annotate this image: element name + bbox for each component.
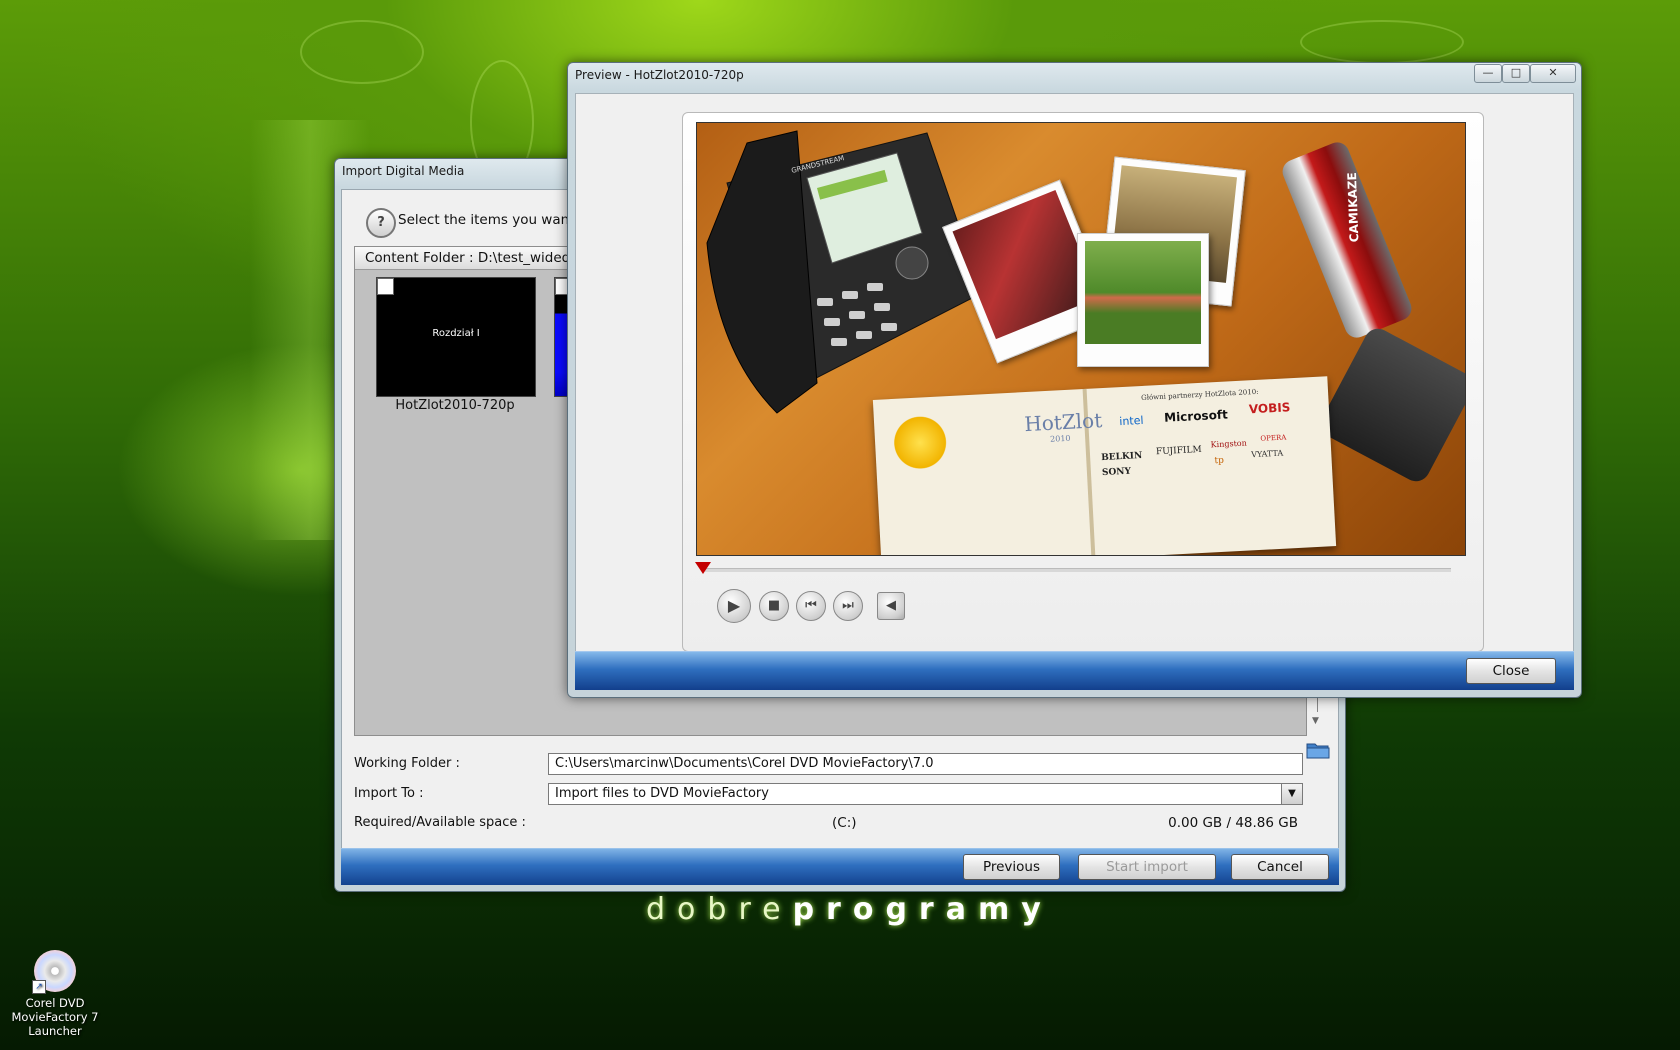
player-frame: GRANDSTREAM CAMIKAZE HotZlot 2010 Główni… xyxy=(682,112,1484,652)
background-swirl xyxy=(300,20,424,84)
close-button[interactable]: Close xyxy=(1466,658,1556,684)
import-to-select[interactable]: Import files to DVD MovieFactory ▼ xyxy=(548,783,1303,805)
sponsor-logo: VYATTA xyxy=(1251,448,1284,460)
notebook-year: 2010 xyxy=(1049,433,1071,444)
preview-body: GRANDSTREAM CAMIKAZE HotZlot 2010 Główni… xyxy=(575,93,1574,655)
drive-letter: (C:) xyxy=(832,815,857,831)
play-icon[interactable]: ▶ xyxy=(717,589,751,623)
energy-drink-can: CAMIKAZE xyxy=(1278,138,1416,342)
sponsor-logo: OPERA xyxy=(1260,433,1287,443)
photo-castle xyxy=(1077,233,1209,367)
brand-logo: dobreprogramy xyxy=(646,892,1053,927)
voice-recorder-image xyxy=(1315,323,1465,487)
sponsors-heading: Główni partnerzy HotZlota 2010: xyxy=(1140,387,1259,402)
brand-light-text: dobre xyxy=(646,892,793,927)
background-swirl xyxy=(1300,20,1464,64)
shortcut-arrow-icon: ↗ xyxy=(32,980,46,994)
notebook-image: HotZlot 2010 Główni partnerzy HotZlota 2… xyxy=(872,376,1337,555)
import-to-label: Import To : xyxy=(354,786,424,801)
sponsor-logo: intel xyxy=(1118,413,1144,429)
video-thumbnail[interactable]: Rozdział I xyxy=(376,277,536,397)
can-text: CAMIKAZE xyxy=(1344,172,1362,243)
playhead-marker[interactable] xyxy=(695,562,711,574)
working-folder-label: Working Folder : xyxy=(354,756,460,771)
sponsor-logo: SONY xyxy=(1101,466,1132,479)
maximize-button[interactable]: □ xyxy=(1502,64,1530,83)
thumbnail-label: HotZlot2010-720p xyxy=(395,398,515,413)
window-close-button[interactable]: ✕ xyxy=(1530,64,1576,83)
thumbnail-checkbox[interactable] xyxy=(377,278,394,295)
sun-drawing xyxy=(888,411,952,475)
desk-phone-image: GRANDSTREAM xyxy=(706,130,983,414)
corel-disc-icon: ↗ xyxy=(32,950,76,994)
sponsor-logo: BELKIN xyxy=(1100,451,1143,464)
thumbnail-caption: Rozdział I xyxy=(432,328,480,339)
scroll-down-icon[interactable]: ▼ xyxy=(1312,716,1319,726)
instruction-text: Select the items you want t xyxy=(398,212,585,228)
cancel-button[interactable]: Cancel xyxy=(1231,854,1329,880)
skip-forward-icon[interactable]: ⏭ xyxy=(833,591,863,621)
import-to-value: Import files to DVD MovieFactory xyxy=(555,786,769,801)
space-value: 0.00 GB / 48.86 GB xyxy=(1168,815,1298,831)
desktop-shortcut-label: Corel DVD MovieFactory 7 Launcher xyxy=(11,996,99,1038)
desktop-shortcut[interactable]: ↗ Corel DVD MovieFactory 7 Launcher xyxy=(10,950,100,1038)
sponsor-logo: Kingston xyxy=(1210,438,1247,450)
notebook-title: HotZlot xyxy=(1023,408,1103,437)
timeline-track[interactable] xyxy=(705,568,1451,572)
sponsor-logo: tp xyxy=(1214,455,1225,467)
sponsor-logo: FUJIFILM xyxy=(1155,444,1202,458)
minimize-button[interactable]: — xyxy=(1474,64,1502,83)
space-label: Required/Available space : xyxy=(354,815,526,830)
preview-button-bar: Close xyxy=(575,651,1574,690)
preview-window-title: Preview - HotZlot2010-720p xyxy=(575,68,744,82)
video-display[interactable]: GRANDSTREAM CAMIKAZE HotZlot 2010 Główni… xyxy=(696,122,1466,556)
import-button-bar: Previous Start import Cancel xyxy=(341,848,1339,885)
skip-back-icon[interactable]: ⏮ xyxy=(796,591,826,621)
volume-icon[interactable]: ◀ xyxy=(877,592,905,620)
start-import-button[interactable]: Start import xyxy=(1078,854,1216,880)
help-icon[interactable]: ? xyxy=(366,208,396,238)
preview-window: Preview - HotZlot2010-720p — □ ✕ GRANDST… xyxy=(567,62,1582,698)
browse-folder-icon[interactable] xyxy=(1306,741,1330,759)
chevron-down-icon[interactable]: ▼ xyxy=(1281,784,1302,804)
sponsor-logo: Microsoft xyxy=(1163,407,1229,425)
sponsor-logo: VOBIS xyxy=(1248,400,1291,417)
working-folder-field[interactable]: C:\Users\marcinw\Documents\Corel DVD Mov… xyxy=(548,753,1303,775)
brand-bold-text: programy xyxy=(792,892,1053,927)
previous-button[interactable]: Previous xyxy=(963,854,1060,880)
stop-icon[interactable]: ■ xyxy=(759,591,789,621)
